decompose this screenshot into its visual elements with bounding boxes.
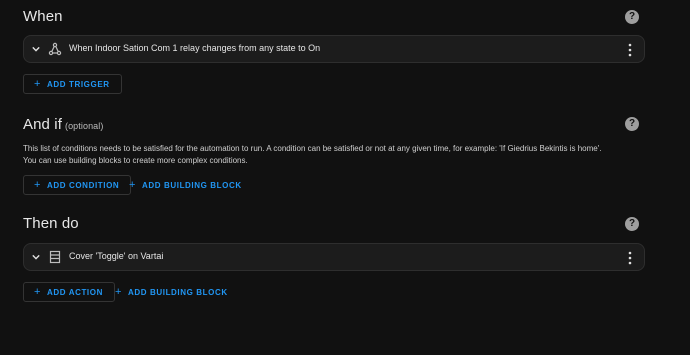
and-if-section-title: And if (optional)	[23, 116, 104, 133]
cover-icon	[49, 250, 61, 264]
plus-icon: +	[34, 285, 42, 298]
more-vertical-icon[interactable]	[628, 43, 632, 57]
add-action-building-block-button[interactable]: + ADD BUILDING BLOCK	[111, 282, 232, 302]
state-trigger-icon	[48, 42, 62, 56]
question-mark-circle-icon[interactable]: ?	[625, 117, 639, 131]
conditions-description: This list of conditions needs to be sati…	[23, 144, 602, 165]
action-description: Cover 'Toggle' on Vartai	[69, 251, 164, 261]
add-action-button[interactable]: + ADD ACTION	[23, 282, 115, 302]
add-trigger-button[interactable]: + ADD TRIGGER	[23, 74, 122, 94]
add-condition-button[interactable]: + ADD CONDITION	[23, 175, 132, 195]
add-condition-building-block-button[interactable]: + ADD BUILDING BLOCK	[125, 175, 246, 195]
trigger-card[interactable]: When Indoor Sation Com 1 relay changes f…	[23, 35, 645, 63]
question-mark-circle-icon[interactable]: ?	[625, 10, 639, 24]
more-vertical-icon[interactable]	[628, 251, 632, 265]
action-card[interactable]: Cover 'Toggle' on Vartai	[23, 243, 645, 271]
question-mark-circle-icon[interactable]: ?	[625, 217, 639, 231]
optional-label: (optional)	[64, 121, 104, 131]
plus-icon: +	[129, 178, 137, 191]
chevron-down-icon[interactable]	[32, 45, 40, 53]
plus-icon: +	[34, 77, 42, 90]
chevron-down-icon[interactable]	[32, 253, 40, 261]
when-section-title: When	[23, 8, 63, 25]
plus-icon: +	[34, 178, 42, 191]
trigger-description: When Indoor Sation Com 1 relay changes f…	[69, 43, 321, 53]
then-do-section-title: Then do	[23, 215, 79, 232]
plus-icon: +	[115, 285, 123, 298]
